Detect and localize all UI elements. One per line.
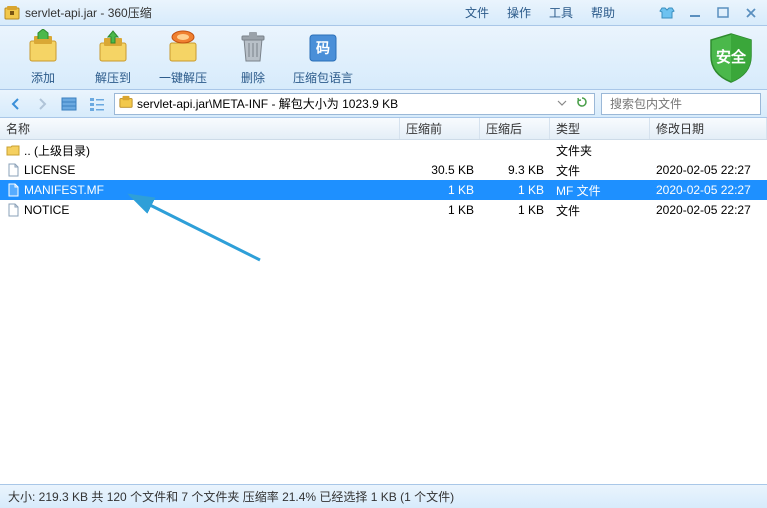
path-refresh[interactable] (574, 96, 590, 111)
add-label: 添加 (31, 69, 55, 86)
one-click-button[interactable]: 一键解压 (148, 29, 218, 86)
navbar: servlet-api.jar\META-INF - 解包大小为 1023.9 … (0, 90, 767, 118)
col-after[interactable]: 压缩后 (480, 118, 550, 139)
titlebar: servlet-api.jar - 360压缩 文件 操作 工具 帮助 (0, 0, 767, 26)
file-row[interactable]: MANIFEST.MF1 KB1 KBMF 文件2020-02-05 22:27 (0, 180, 767, 200)
path-dropdown[interactable] (554, 97, 570, 111)
archive-icon (119, 95, 133, 112)
shield-text: 安全 (716, 48, 747, 66)
language-icon: 码 (304, 29, 342, 67)
forward-button[interactable] (32, 94, 52, 114)
security-shield[interactable]: 安全 (707, 32, 755, 87)
file-name: MANIFEST.MF (24, 183, 104, 197)
menu-operate[interactable]: 操作 (507, 4, 531, 21)
file-type: 文件 (550, 202, 650, 219)
file-name: LICENSE (24, 163, 75, 177)
file-row[interactable]: NOTICE1 KB1 KB文件2020-02-05 22:27 (0, 200, 767, 220)
col-date[interactable]: 修改日期 (650, 118, 767, 139)
col-before[interactable]: 压缩前 (400, 118, 480, 139)
delete-button[interactable]: 删除 (218, 29, 288, 86)
extract-label: 解压到 (95, 69, 131, 86)
column-headers: 名称 压缩前 压缩后 类型 修改日期 (0, 118, 767, 140)
minimize-button[interactable] (683, 4, 707, 22)
file-list: .. (上级目录)文件夹LICENSE30.5 KB9.3 KB文件2020-0… (0, 140, 767, 480)
file-before: 30.5 KB (400, 163, 480, 177)
file-before: 1 KB (400, 203, 480, 217)
col-name[interactable]: 名称 (0, 118, 400, 139)
window-title: servlet-api.jar - 360压缩 (25, 4, 465, 21)
file-row[interactable]: LICENSE 30.5 KB9.3 KB文件2020-02-05 22:27 (0, 160, 767, 180)
toolbar: 添加 解压到 一键解压 删除 码 压缩包语言 安全 (0, 26, 767, 90)
file-type: MF 文件 (550, 182, 650, 199)
extract-to-button[interactable]: 解压到 (78, 29, 148, 86)
file-icon (6, 163, 20, 177)
search-input[interactable] (610, 97, 765, 111)
close-button[interactable] (739, 4, 763, 22)
add-icon (24, 29, 62, 67)
col-type[interactable]: 类型 (550, 118, 650, 139)
extract-icon (94, 29, 132, 67)
view-mode-button[interactable] (58, 94, 80, 114)
status-text: 大小: 219.3 KB 共 120 个文件和 7 个文件夹 压缩率 21.4%… (8, 488, 454, 505)
file-after: 1 KB (480, 203, 550, 217)
one-click-label: 一键解压 (159, 69, 207, 86)
menu-tool[interactable]: 工具 (549, 4, 573, 21)
add-button[interactable]: 添加 (8, 29, 78, 86)
delete-label: 删除 (241, 69, 265, 86)
language-label: 压缩包语言 (293, 69, 353, 86)
file-row[interactable]: .. (上级目录) 文件夹 (0, 140, 767, 160)
maximize-button[interactable] (711, 4, 735, 22)
app-icon (4, 5, 20, 21)
statusbar: 大小: 219.3 KB 共 120 个文件和 7 个文件夹 压缩率 21.4%… (0, 484, 767, 508)
menu-help[interactable]: 帮助 (591, 4, 615, 21)
one-click-icon (164, 29, 202, 67)
menu-bar: 文件 操作 工具 帮助 (465, 4, 615, 21)
file-icon (6, 183, 20, 197)
file-date: 2020-02-05 22:27 (650, 163, 767, 177)
file-icon (6, 203, 20, 217)
window-controls (655, 4, 763, 22)
svg-text:码: 码 (316, 40, 330, 56)
language-button[interactable]: 码 压缩包语言 (288, 29, 358, 86)
search-box[interactable] (601, 93, 761, 115)
file-type: 文件 (550, 162, 650, 179)
file-name: .. (上级目录) (24, 142, 90, 159)
skin-button[interactable] (655, 4, 679, 22)
path-text: servlet-api.jar\META-INF - 解包大小为 1023.9 … (137, 95, 550, 112)
delete-icon (234, 29, 272, 67)
file-icon (6, 143, 20, 157)
list-button[interactable] (86, 94, 108, 114)
file-after: 9.3 KB (480, 163, 550, 177)
file-after: 1 KB (480, 183, 550, 197)
file-name: NOTICE (24, 203, 69, 217)
file-before: 1 KB (400, 183, 480, 197)
back-button[interactable] (6, 94, 26, 114)
menu-file[interactable]: 文件 (465, 4, 489, 21)
path-box[interactable]: servlet-api.jar\META-INF - 解包大小为 1023.9 … (114, 93, 595, 115)
file-date: 2020-02-05 22:27 (650, 203, 767, 217)
file-type: 文件夹 (550, 142, 650, 159)
file-date: 2020-02-05 22:27 (650, 183, 767, 197)
